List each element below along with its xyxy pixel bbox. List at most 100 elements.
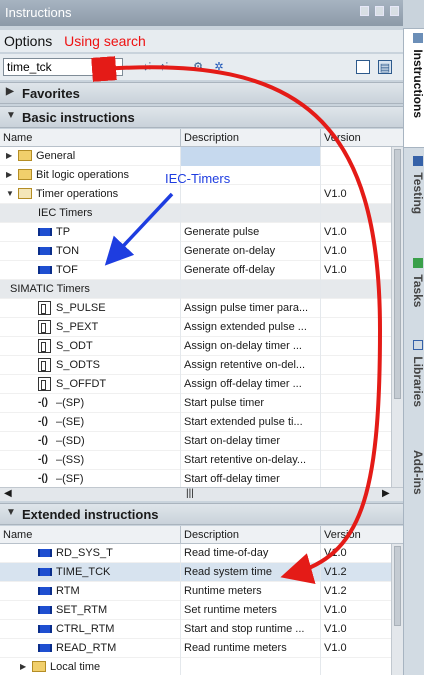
- cell-name: RD_SYS_T: [56, 547, 113, 559]
- cell-name: S_PEXT: [56, 321, 99, 333]
- filter-icon[interactable]: ⚙: [191, 60, 205, 74]
- function-block-icon: [38, 625, 52, 633]
- cell-description: Generate off-delay: [184, 264, 275, 276]
- timer-folder-icon: [18, 188, 32, 199]
- basic-vscroll[interactable]: [391, 147, 403, 487]
- function-block-icon: [38, 568, 52, 576]
- instruction-row-s-pext[interactable]: S_PEXT Assign extended pulse ...: [0, 318, 391, 337]
- cell-name: S_OFFDT: [56, 378, 107, 390]
- instruction-row-tof[interactable]: TOF Generate off-delay V1.0: [0, 261, 391, 280]
- instruction-row-tp[interactable]: TP Generate pulse V1.0: [0, 223, 391, 242]
- coil-icon: -(): [38, 416, 48, 427]
- cell-description: Assign retentive on-del...: [184, 359, 306, 371]
- instruction-row-ctrl-rtm[interactable]: CTRL_RTM Start and stop runtime ... V1.0: [0, 620, 391, 639]
- instruction-row-sd[interactable]: -() –(SD) Start on-delay timer: [0, 432, 391, 451]
- search-down-icon[interactable]: ↓⫶: [140, 60, 154, 74]
- search-up-icon[interactable]: ↑⫶: [157, 60, 171, 74]
- tab-add-ins[interactable]: Add-ins: [404, 446, 424, 516]
- expand-icon[interactable]: ▶: [20, 662, 26, 671]
- pin-icon[interactable]: [390, 6, 399, 16]
- restore-icon[interactable]: [375, 6, 384, 16]
- search-input[interactable]: [3, 58, 123, 76]
- folder-row-timer-operations[interactable]: ▼ Timer operations V1.0: [0, 185, 391, 204]
- cell-name: RTM: [56, 585, 80, 597]
- instruction-row-sp[interactable]: -() –(SP) Start pulse timer: [0, 394, 391, 413]
- tab-label: Add-ins: [411, 450, 424, 495]
- instruction-row-s-offdt[interactable]: S_OFFDT Assign off-delay timer ...: [0, 375, 391, 394]
- coil-icon: -(): [38, 435, 48, 446]
- list-view-icon[interactable]: [356, 60, 370, 74]
- cell-description: Assign extended pulse ...: [184, 321, 307, 333]
- cell-version: V1.0: [324, 642, 347, 654]
- tab-libraries[interactable]: Libraries: [404, 336, 424, 426]
- cell-name: –(SD): [56, 435, 85, 447]
- cell-version: V1.0: [324, 547, 347, 559]
- extended-vscroll[interactable]: [391, 544, 403, 675]
- instructions-icon: [413, 33, 423, 43]
- function-block-icon: [38, 606, 52, 614]
- col-version[interactable]: Version: [324, 132, 361, 144]
- update-icon[interactable]: ✲: [212, 60, 226, 74]
- collapse-icon: ▼: [6, 507, 16, 518]
- using-search-annotation: Using search: [64, 33, 146, 49]
- instruction-row-set-rtm[interactable]: SET_RTM Set runtime meters V1.0: [0, 601, 391, 620]
- col-version[interactable]: Version: [324, 529, 361, 541]
- cell-description: Assign pulse timer para...: [184, 302, 309, 314]
- instruction-row-ss[interactable]: -() –(SS) Start retentive on-delay...: [0, 451, 391, 470]
- collapse-icon[interactable]: ▼: [6, 189, 14, 198]
- options-menu[interactable]: Options: [4, 33, 52, 49]
- cell-version: V1.0: [324, 604, 347, 616]
- basic-instructions-list: ▶ General ▶ Bit logic operations ▼ Timer oper…: [0, 147, 391, 487]
- cell-name: SIMATIC Timers: [10, 283, 90, 295]
- search-toolbar: ↓⫶ ↑⫶ ⚙ ✲ ▤: [0, 54, 403, 80]
- extended-instructions-section[interactable]: ▼ Extended instructions: [0, 503, 403, 525]
- extended-instructions-label: Extended instructions: [22, 507, 159, 522]
- float-icon[interactable]: [360, 6, 369, 16]
- instruction-row-s-pulse[interactable]: S_PULSE Assign pulse timer para...: [0, 299, 391, 318]
- instruction-row-ton[interactable]: TON Generate on-delay V1.0: [0, 242, 391, 261]
- cell-name: Bit logic operations: [36, 169, 129, 181]
- col-description[interactable]: Description: [184, 529, 239, 541]
- group-header-row[interactable]: SIMATIC Timers: [0, 280, 391, 299]
- tab-testing[interactable]: Testing: [404, 152, 424, 250]
- extended-column-header: Name Description Version: [0, 526, 403, 544]
- options-bar: Options Using search: [0, 30, 403, 52]
- cell-name: READ_RTM: [56, 642, 117, 654]
- side-tab-strip: Instructions Testing Tasks Libraries Add…: [403, 28, 424, 675]
- cell-name: –(SP): [56, 397, 85, 409]
- instruction-row-s-odts[interactable]: S_ODTS Assign retentive on-del...: [0, 356, 391, 375]
- col-name[interactable]: Name: [3, 132, 32, 144]
- coil-icon: -(): [38, 454, 48, 465]
- col-name[interactable]: Name: [3, 529, 32, 541]
- cell-version: V1.0: [324, 245, 347, 257]
- folder-row-local-time[interactable]: ▶ Local time: [0, 658, 391, 675]
- expand-icon[interactable]: ▶: [6, 151, 12, 160]
- basic-instructions-section[interactable]: ▼ Basic instructions: [0, 106, 403, 128]
- cell-name: Local time: [50, 661, 101, 673]
- instruction-row-read-rtm[interactable]: READ_RTM Read runtime meters V1.0: [0, 639, 391, 658]
- instruction-row-sf[interactable]: -() –(SF) Start off-delay timer: [0, 470, 391, 487]
- cell-name: –(SS): [56, 454, 85, 466]
- favorites-section[interactable]: ▶ Favorites: [0, 82, 403, 104]
- tab-label: Instructions: [411, 49, 424, 119]
- cell-version: V1.2: [324, 566, 347, 578]
- instruction-row-rtm[interactable]: RTM Runtime meters V1.2: [0, 582, 391, 601]
- detail-view-icon[interactable]: ▤: [378, 60, 392, 74]
- function-block-icon: [38, 228, 52, 236]
- folder-icon: [32, 661, 46, 672]
- tab-instructions[interactable]: Instructions: [404, 28, 424, 148]
- function-block-icon: [38, 549, 52, 557]
- instruction-row-rd-sys-t[interactable]: RD_SYS_T Read time-of-day V1.0: [0, 544, 391, 563]
- folder-row-general[interactable]: ▶ General: [0, 147, 391, 166]
- cell-version: V1.2: [324, 585, 347, 597]
- instruction-row-se[interactable]: -() –(SE) Start extended pulse ti...: [0, 413, 391, 432]
- group-header-row[interactable]: IEC Timers: [0, 204, 391, 223]
- expand-icon[interactable]: ▶: [6, 170, 12, 179]
- cell-description: Read runtime meters: [184, 642, 287, 654]
- basic-hscroll[interactable]: ◀ ||| ▶: [0, 487, 403, 501]
- col-description[interactable]: Description: [184, 132, 239, 144]
- instruction-row-time-tck[interactable]: TIME_TCK Read system time V1.2: [0, 563, 391, 582]
- tab-label: Testing: [411, 172, 424, 215]
- tab-tasks[interactable]: Tasks: [404, 254, 424, 324]
- instruction-row-s-odt[interactable]: S_ODT Assign on-delay timer ...: [0, 337, 391, 356]
